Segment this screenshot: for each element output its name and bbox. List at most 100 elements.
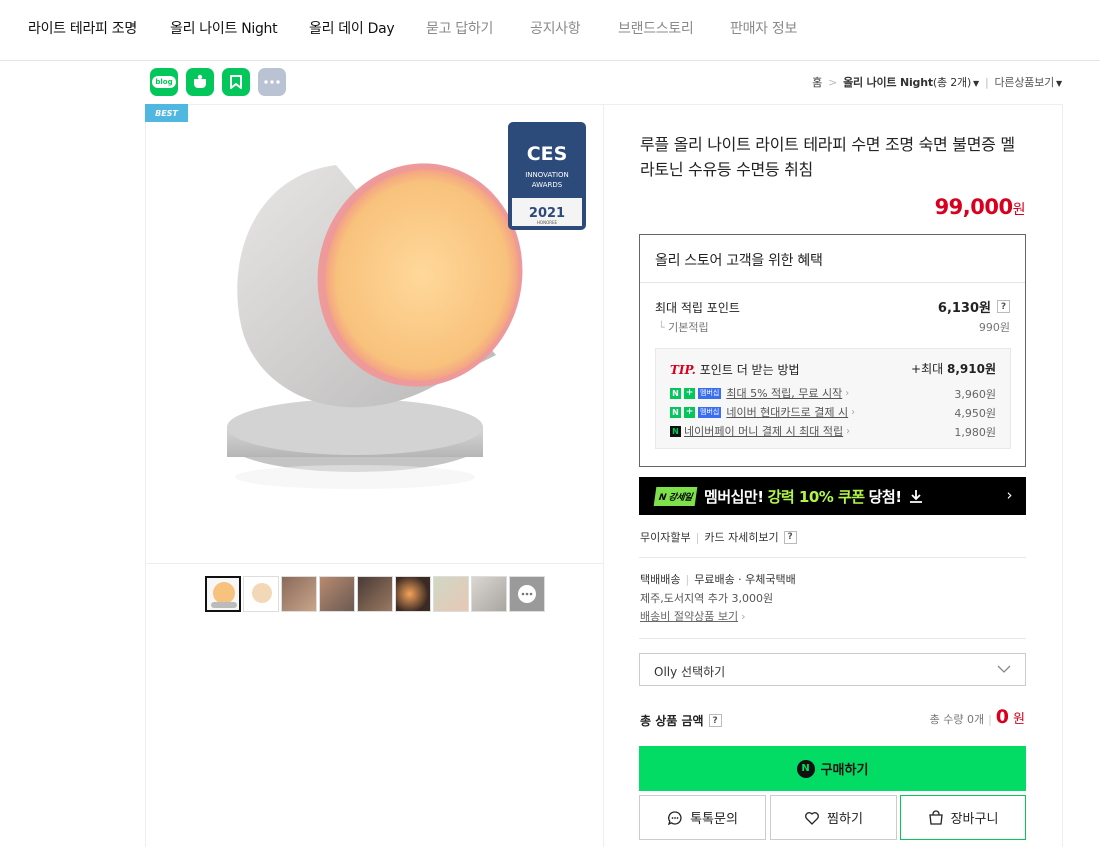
tip-max: +최대 8,910원 (911, 362, 996, 376)
more-share-button[interactable] (258, 68, 286, 96)
total-label: 총 상품 금액? (640, 712, 722, 729)
npay-icon: N (796, 759, 815, 778)
divider (639, 638, 1026, 639)
cart-button[interactable]: 장바구니 (900, 795, 1026, 840)
more-icon (264, 80, 280, 84)
nav-qna[interactable]: 묻고 답하기 (426, 18, 493, 38)
tip-row-npay[interactable]: N 네이버페이 머니 결제 시 최대 적립 › (670, 423, 850, 439)
sale-logo: N 강세일 (653, 486, 698, 506)
base-point-value: 990원 (978, 321, 1010, 334)
installment-label: 무이자할부 (640, 531, 691, 544)
ces-title: CES (527, 143, 568, 165)
chevron-right-icon: › (741, 610, 746, 623)
price-value: 99,000 (934, 195, 1014, 219)
thumbnail[interactable] (319, 576, 355, 612)
bookmark-share-button[interactable] (222, 68, 250, 96)
option-select[interactable]: Olly 선택하기 (639, 653, 1026, 686)
tip-row-membership[interactable]: N + 멤버십 최대 5% 적립, 무료 시작 › (670, 385, 849, 401)
help-icon[interactable]: ? (997, 300, 1010, 313)
download-icon (909, 490, 922, 503)
total-amount: 총 수량 0개 | 0 원 (929, 706, 1025, 728)
tip-row-value: 4,950원 (954, 407, 996, 420)
help-icon[interactable]: ? (708, 714, 722, 727)
buy-label: 구매하기 (820, 763, 869, 778)
breadcrumb-category[interactable]: 올리 나이트 Night (843, 76, 933, 89)
ces-year: 2021 (529, 206, 565, 221)
price-currency: 원 (1012, 202, 1026, 218)
blog-share-button[interactable]: blog (150, 68, 178, 96)
thumbnail[interactable] (395, 576, 431, 612)
tip-row-value: 3,960원 (954, 388, 996, 401)
breadcrumb-count: (총 2개) (932, 76, 972, 89)
banner-text-post: 당첨! (868, 487, 902, 506)
other-products-link[interactable]: 다른상품보기 (995, 76, 1055, 89)
tip-row-value: 1,980원 (954, 426, 996, 439)
naver-n-icon: N (670, 387, 681, 399)
top-navigation: 라이트 테라피 조명 올리 나이트 Night 올리 데이 Day 묻고 답하기… (0, 0, 1100, 61)
membership-coupon-banner[interactable]: N 강세일 멤버십만! 강력 10% 쿠폰 당첨! › (639, 477, 1026, 515)
naver-n-icon: N (670, 406, 681, 418)
blog-icon: blog (152, 76, 176, 88)
benefit-box: 올리 스토어 고객을 위한 혜택 최대 적립 포인트 6,130원? └ 기본적… (639, 234, 1026, 467)
card-detail-link[interactable]: 카드 자세히보기 (704, 529, 778, 545)
membership-badge: 멤버십 (698, 406, 722, 418)
wish-button[interactable]: 찜하기 (770, 795, 897, 840)
max-point: 6,130원? (938, 297, 1010, 316)
nav-brand-story[interactable]: 브랜드스토리 (618, 18, 694, 38)
tip-box: TIP. 포인트 더 받는 방법 +최대 8,910원 N + 멤버십 최대 5% 적립… (655, 348, 1011, 449)
heart-icon (805, 811, 819, 825)
tip-row-card[interactable]: N + 멤버십 네이버 현대카드로 결제 시 › (670, 404, 855, 420)
banner-highlight: 강력 10% 쿠폰 (767, 487, 866, 506)
chat-bubble-icon (518, 585, 536, 603)
ces-sub1: INNOVATION (525, 171, 569, 179)
main-product-image: CES INNOVATION AWARDS 2021 HONOREE (146, 105, 603, 563)
thumbnail[interactable] (357, 576, 393, 612)
shipping-method: 택배배송 | 무료배송 · 우체국택배 (640, 573, 796, 586)
shipping-saving-link[interactable]: 배송비 절약상품 보기 › (640, 608, 745, 624)
thumbnail[interactable] (243, 576, 279, 612)
talk-inquiry-button[interactable]: 톡톡문의 (639, 795, 766, 840)
chevron-down-icon (997, 665, 1011, 673)
talk-icon (194, 74, 206, 88)
chevron-right-icon: › (851, 406, 856, 418)
thumbnail[interactable] (433, 576, 469, 612)
tip-header: TIP. 포인트 더 받는 방법 (670, 363, 800, 377)
thumbnail-strip (205, 576, 545, 612)
ces-honoree: HONOREE (537, 220, 558, 225)
chat-icon (668, 810, 682, 825)
divider (639, 557, 1026, 558)
chevron-right-icon: › (845, 387, 850, 399)
plus-icon: + (684, 406, 695, 418)
total-currency: 원 (1013, 712, 1025, 727)
caret-down-icon: ▼ (973, 79, 979, 88)
nav-light-therapy[interactable]: 라이트 테라피 조명 (28, 18, 137, 38)
ces-sub2: AWARDS (532, 181, 563, 189)
total-qty: 총 수량 0개 (929, 713, 985, 726)
talk-share-button[interactable] (186, 68, 214, 96)
talk-label: 톡톡문의 (690, 812, 738, 827)
nav-olly-night[interactable]: 올리 나이트 Night (170, 18, 278, 38)
thumbnail[interactable] (509, 576, 545, 612)
npay-icon: N (670, 425, 681, 437)
max-point-value: 6,130원 (937, 301, 991, 316)
option-select-label: Olly 선택하기 (654, 665, 726, 679)
nav-olly-day[interactable]: 올리 데이 Day (309, 18, 395, 38)
caret-down-icon: ▼ (1056, 79, 1062, 88)
breadcrumb-home[interactable]: 홈 (812, 76, 822, 89)
shopping-bag-icon (928, 809, 943, 825)
thumbnail[interactable] (471, 576, 507, 612)
payment-info: 무이자할부 | 카드 자세히보기? (640, 529, 797, 545)
chevron-right-icon: › (1006, 486, 1013, 504)
banner-text-pre: 멤버십만! (704, 487, 764, 506)
nav-seller-info[interactable]: 판매자 정보 (730, 18, 797, 38)
thumbnail[interactable] (281, 576, 317, 612)
thumbnail[interactable] (205, 576, 241, 612)
help-icon[interactable]: ? (783, 530, 797, 544)
plus-icon: + (684, 387, 695, 399)
nav-notice[interactable]: 공지사항 (530, 18, 581, 38)
buy-button[interactable]: N 구매하기 (639, 746, 1026, 791)
base-point-label: └ 기본적립 (658, 321, 709, 334)
gallery-divider (146, 563, 603, 564)
benefit-header: 올리 스토어 고객을 위한 혜택 (640, 235, 1025, 283)
membership-badge: 멤버십 (698, 387, 722, 399)
